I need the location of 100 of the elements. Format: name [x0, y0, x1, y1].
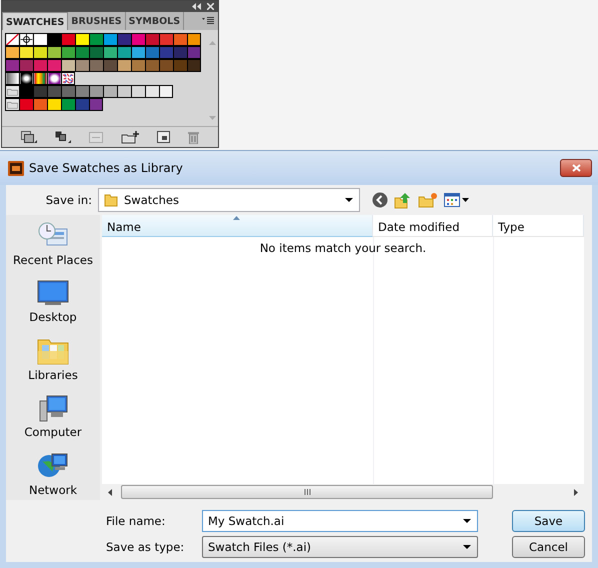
show-kinds-icon[interactable]	[55, 130, 71, 144]
color-swatch[interactable]	[187, 46, 201, 59]
color-swatch[interactable]	[131, 59, 145, 72]
close-button[interactable]	[560, 159, 592, 177]
new-folder-icon[interactable]	[121, 130, 139, 144]
up-folder-icon[interactable]	[394, 192, 412, 208]
color-swatch[interactable]	[33, 59, 47, 72]
color-swatch[interactable]	[5, 59, 19, 72]
color-swatch[interactable]	[61, 85, 75, 98]
color-swatch[interactable]	[159, 46, 173, 59]
color-swatch[interactable]	[89, 98, 103, 111]
color-swatch[interactable]	[187, 59, 201, 72]
gradient-swatch[interactable]	[33, 72, 47, 85]
panel-tab[interactable]: SYMBOLS	[126, 12, 184, 30]
place-item[interactable]: Computer	[24, 393, 82, 443]
gradient-swatch[interactable]	[19, 72, 33, 85]
gradient-swatch[interactable]	[47, 72, 61, 85]
color-swatch[interactable]	[19, 85, 33, 98]
horizontal-scrollbar[interactable]	[102, 484, 584, 500]
place-item[interactable]: Desktop	[29, 278, 77, 328]
color-swatch[interactable]	[117, 33, 131, 46]
cancel-button[interactable]: Cancel	[512, 536, 585, 558]
gradient-swatch[interactable]	[5, 72, 19, 85]
scroll-left-icon[interactable]	[108, 488, 112, 496]
back-icon[interactable]	[372, 192, 388, 208]
color-swatch[interactable]	[47, 59, 61, 72]
color-swatch[interactable]	[131, 33, 145, 46]
color-swatch[interactable]	[75, 85, 89, 98]
color-swatch[interactable]	[173, 46, 187, 59]
color-swatch[interactable]	[33, 46, 47, 59]
color-swatch[interactable]	[33, 98, 47, 111]
file-name-field[interactable]: My Swatch.ai	[202, 510, 478, 532]
file-name-label: File name:	[105, 514, 166, 528]
color-swatch[interactable]	[19, 98, 33, 111]
place-item[interactable]: Network	[28, 450, 78, 500]
place-item[interactable]: Libraries	[28, 336, 78, 386]
none-swatch[interactable]	[5, 33, 19, 46]
color-swatch[interactable]	[61, 33, 75, 46]
color-swatch[interactable]	[103, 46, 117, 59]
color-swatch[interactable]	[89, 85, 103, 98]
color-swatch[interactable]	[117, 46, 131, 59]
color-swatch[interactable]	[145, 85, 159, 98]
folder-icon[interactable]	[5, 85, 19, 98]
color-swatch[interactable]	[47, 85, 61, 98]
color-swatch[interactable]	[47, 46, 61, 59]
column-header[interactable]: Type	[493, 215, 584, 237]
save-in-dropdown[interactable]: Swatches	[98, 188, 360, 212]
swatch-options-icon[interactable]	[89, 132, 103, 142]
color-swatch[interactable]	[145, 59, 159, 72]
color-swatch[interactable]	[117, 85, 131, 98]
close-icon[interactable]	[207, 3, 214, 10]
color-swatch[interactable]	[131, 85, 145, 98]
save-button[interactable]: Save	[512, 510, 585, 532]
place-item[interactable]: Recent Places	[13, 221, 93, 270]
color-swatch[interactable]	[89, 46, 103, 59]
color-swatch[interactable]	[75, 59, 89, 72]
libraries-menu-icon[interactable]	[21, 130, 37, 144]
color-swatch[interactable]	[117, 59, 131, 72]
color-swatch[interactable]	[103, 59, 117, 72]
color-swatch[interactable]	[19, 46, 33, 59]
new-swatch-icon[interactable]	[157, 131, 170, 143]
color-swatch[interactable]	[187, 33, 201, 46]
color-swatch[interactable]	[89, 33, 103, 46]
color-swatch[interactable]	[75, 33, 89, 46]
color-swatch[interactable]	[33, 33, 47, 46]
file-type-dropdown[interactable]: Swatch Files (*.ai)	[202, 536, 478, 558]
color-swatch[interactable]	[19, 59, 33, 72]
scroll-right-icon[interactable]	[574, 488, 578, 496]
pattern-swatch[interactable]	[61, 72, 75, 85]
color-swatch[interactable]	[145, 33, 159, 46]
color-swatch[interactable]	[103, 33, 117, 46]
color-swatch[interactable]	[61, 46, 75, 59]
color-swatch[interactable]	[47, 33, 61, 46]
save-as-type-label: Save as type:	[105, 540, 186, 554]
view-menu-button[interactable]	[444, 193, 469, 207]
panel-tab[interactable]: BRUSHES	[68, 12, 126, 30]
color-swatch[interactable]	[47, 98, 61, 111]
color-swatch[interactable]	[159, 33, 173, 46]
color-swatch[interactable]	[61, 98, 75, 111]
color-swatch[interactable]	[173, 33, 187, 46]
collapse-icon[interactable]	[192, 3, 201, 10]
scroll-thumb[interactable]	[121, 485, 493, 499]
color-swatch[interactable]	[89, 59, 103, 72]
panel-tab[interactable]: SWATCHES	[2, 12, 68, 30]
column-header[interactable]: Date modified	[373, 215, 493, 237]
color-swatch[interactable]	[159, 85, 173, 98]
column-header[interactable]: Name	[102, 215, 373, 237]
color-swatch[interactable]	[61, 59, 75, 72]
color-swatch[interactable]	[103, 85, 117, 98]
color-swatch[interactable]	[145, 46, 159, 59]
folder-icon[interactable]	[5, 98, 19, 111]
color-swatch[interactable]	[131, 46, 145, 59]
color-swatch[interactable]	[75, 98, 89, 111]
empty-message: No items match your search.	[260, 241, 426, 257]
color-swatch[interactable]	[75, 46, 89, 59]
color-swatch[interactable]	[33, 85, 47, 98]
trash-icon[interactable]	[188, 130, 199, 144]
color-swatch[interactable]	[159, 59, 173, 72]
color-swatch[interactable]	[5, 46, 19, 59]
color-swatch[interactable]	[173, 59, 187, 72]
